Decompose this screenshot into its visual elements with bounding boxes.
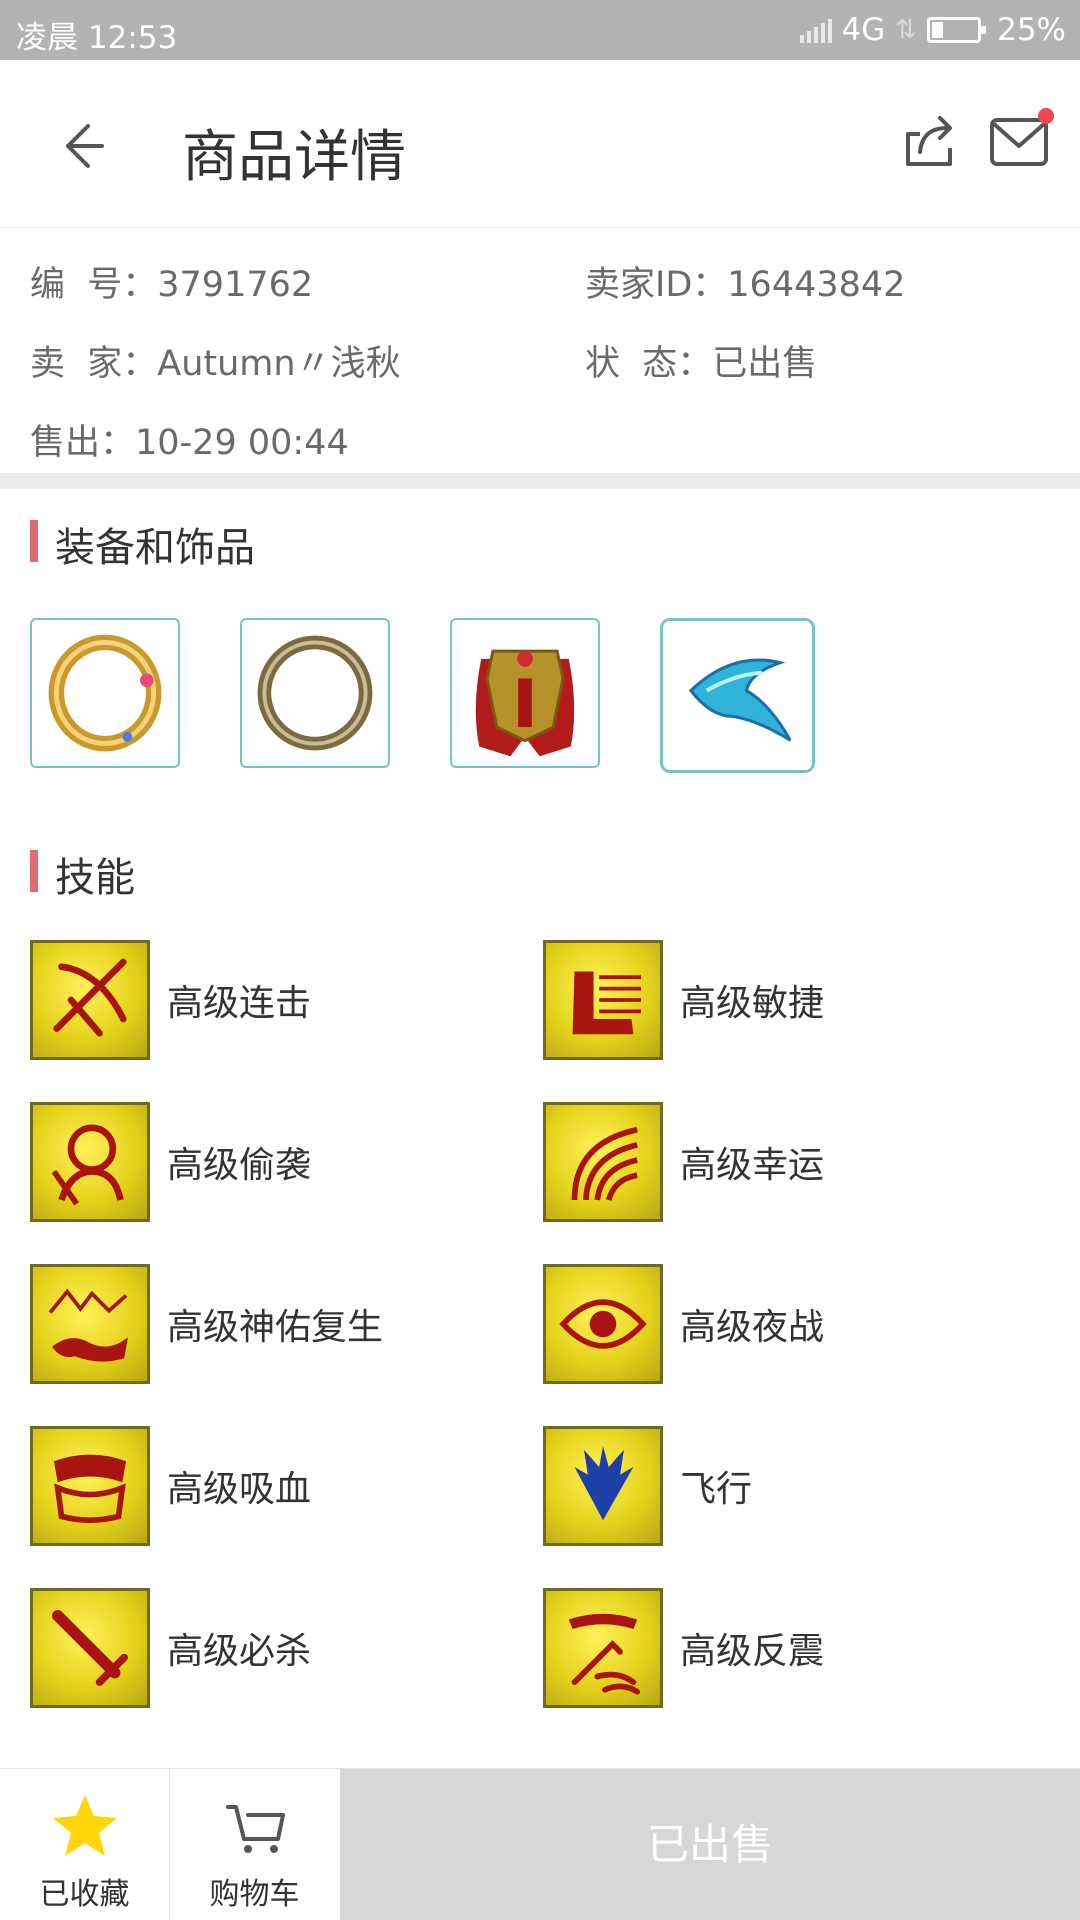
data-arrows-icon: ⇅ [895,15,918,45]
crossbow-skill-icon [30,940,150,1060]
skill-item[interactable]: 高级吸血 [30,1426,510,1546]
skill-item[interactable]: 高级敏捷 [543,940,1023,1060]
star-icon [52,1795,117,1856]
battery-icon [927,17,987,43]
equipment-section-title: 装备和饰品 [30,515,255,573]
favorite-label: 已收藏 [39,1877,130,1912]
fangs-skill-icon [30,1426,150,1546]
luck-skill-icon [543,1102,663,1222]
seller-label: 卖 家： [30,344,158,384]
signal-icon [799,17,832,43]
sold-label: 售出： [30,423,136,463]
silver-ring-icon [257,635,373,751]
equipment-item-4[interactable] [660,618,815,773]
number-value: 3791762 [157,265,314,305]
equipment-item-2[interactable] [240,618,390,768]
equipment-item-3[interactable] [450,618,600,768]
cart-icon [225,1805,285,1853]
skill-item[interactable]: 高级反震 [543,1588,1023,1708]
battery-percent: 25% [997,12,1066,48]
golden-armor-icon [475,649,575,757]
boot-skill-icon [543,940,663,1060]
wings-skill-icon [543,1426,663,1546]
clock: 凌晨 12:53 [16,20,178,56]
number-row: 编 号：3791762 [30,256,313,307]
night-eye-skill-icon [543,1264,663,1384]
number-label: 编 号： [30,265,158,305]
share-icon [906,116,952,166]
sneak-skill-icon [30,1102,150,1222]
seller-id-value: 16443842 [727,265,906,305]
back-arrow-icon [66,124,104,168]
skill-label: 飞行 [680,1469,753,1510]
skill-label: 高级夜战 [680,1307,825,1348]
seller-value: Autumn〃浅秋 [157,344,401,384]
bottom-bar: 已收藏 购物车 已出售 [0,1768,1080,1920]
blue-claw-icon [688,658,792,742]
skill-label: 高级敏捷 [680,983,825,1024]
skill-item[interactable]: 高级夜战 [543,1264,1023,1384]
skill-label: 高级偷袭 [167,1145,312,1186]
network-type: 4G [841,12,886,48]
cart-button[interactable]: 购物车 [170,1769,339,1920]
equipment-item-1[interactable] [30,618,180,768]
skill-label: 高级必杀 [167,1631,312,1672]
page-title: 商品详情 [182,125,406,190]
notification-dot [1038,108,1054,124]
skill-label: 高级连击 [167,983,312,1024]
seller-id-label: 卖家ID： [585,265,728,305]
skill-item[interactable]: 高级偷袭 [30,1102,510,1222]
sold-out-button[interactable]: 已出售 [340,1769,1080,1920]
back-button[interactable] [52,110,122,180]
skill-item[interactable]: 高级连击 [30,940,510,1060]
share-button[interactable] [900,112,958,170]
state-row: 状 态：已出售 [585,335,817,386]
revive-skill-icon [30,1264,150,1384]
state-value: 已出售 [712,344,818,384]
sold-value: 10-29 00:44 [135,423,349,463]
skill-item[interactable]: 高级必杀 [30,1588,510,1708]
status-bar: 凌晨 12:53 4G ⇅ 25% [0,0,1080,60]
skill-label: 高级幸运 [680,1145,825,1186]
seller-row: 卖 家：Autumn〃浅秋 [30,335,401,386]
sold-time-row: 售出：10-29 00:44 [30,414,349,465]
skill-item[interactable]: 高级神佑复生 [30,1264,510,1384]
skill-label: 高级吸血 [167,1469,312,1510]
skill-label: 高级神佑复生 [167,1307,384,1348]
cart-label: 购物车 [209,1877,300,1912]
favorite-button[interactable]: 已收藏 [0,1769,169,1920]
seller-id-row: 卖家ID：16443842 [585,256,905,307]
gold-ring-icon [48,634,162,752]
state-label: 状 态： [585,344,713,384]
skill-item[interactable]: 飞行 [543,1426,1023,1546]
product-info: 编 号：3791762 卖家ID：16443842 卖 家：Autumn〃浅秋 … [0,228,1080,473]
counter-skill-icon [543,1588,663,1708]
section-divider [0,473,1080,489]
app-header: 商品详情 [0,60,1080,228]
sword-skill-icon [30,1588,150,1708]
skills-section-title: 技能 [30,845,135,903]
skill-label: 高级反震 [680,1631,825,1672]
skill-item[interactable]: 高级幸运 [543,1102,1023,1222]
